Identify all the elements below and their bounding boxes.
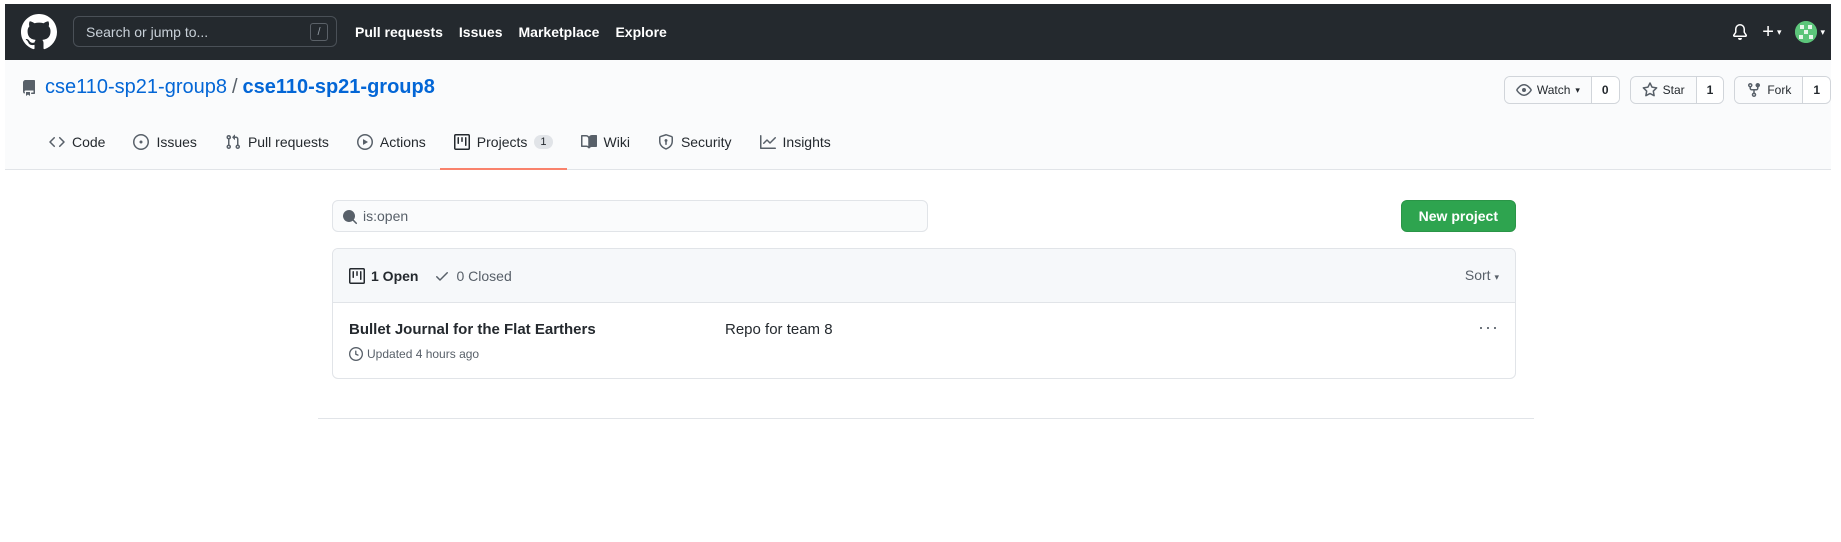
search-placeholder: Search or jump to... — [86, 23, 209, 40]
closed-filter-link[interactable]: 0 Closed — [434, 267, 512, 284]
pull-request-icon — [226, 134, 240, 149]
repo-tabs: Code Issues Pull requests Actions Projec… — [35, 115, 845, 170]
project-updated: Updated 4 hours ago — [349, 347, 479, 361]
fork-count[interactable]: 1 — [1803, 77, 1830, 103]
nav-explore[interactable]: Explore — [615, 24, 666, 40]
global-header: Search or jump to... / Pull requests Iss… — [5, 4, 1831, 60]
tab-label: Projects — [476, 133, 528, 150]
book-icon — [580, 134, 597, 148]
eye-icon — [1515, 84, 1532, 96]
tab-pull-requests[interactable]: Pull requests — [211, 115, 343, 170]
check-icon — [436, 271, 449, 281]
tab-label: Security — [680, 133, 732, 150]
watch-label: Watch — [1536, 83, 1571, 97]
fork-icon — [1748, 83, 1761, 98]
plus-icon: + — [1762, 21, 1774, 43]
chevron-down-icon: ▾ — [1776, 26, 1782, 37]
star-label: Star — [1662, 83, 1685, 97]
project-icon — [453, 133, 470, 150]
repo-actions: Watch ▾ 0 Star 1 Fork 1 — [1503, 76, 1831, 104]
nav-marketplace[interactable]: Marketplace — [519, 24, 600, 40]
open-count-label: 1 Open — [371, 267, 419, 284]
kebab-menu-icon[interactable]: ··· — [1478, 317, 1499, 338]
project-title-link[interactable]: Bullet Journal for the Flat Earthers — [349, 321, 596, 338]
tab-issues[interactable]: Issues — [119, 115, 210, 170]
graph-icon — [759, 134, 776, 149]
watch-group: Watch ▾ 0 — [1503, 76, 1620, 104]
shield-icon — [658, 133, 673, 150]
nav-issues[interactable]: Issues — [459, 24, 503, 40]
tab-projects[interactable]: Projects 1 — [439, 115, 567, 170]
tab-label: Pull requests — [247, 133, 329, 150]
project-filter-input[interactable]: is:open — [332, 200, 928, 232]
header-right: + ▾ ▾ — [1732, 4, 1831, 60]
project-description: Repo for team 8 — [725, 321, 833, 338]
tab-actions[interactable]: Actions — [343, 115, 440, 170]
global-nav: Pull requests Issues Marketplace Explore — [355, 4, 667, 60]
fork-button[interactable]: Fork — [1735, 77, 1804, 103]
fork-label: Fork — [1767, 83, 1792, 97]
sort-label: Sort — [1464, 267, 1491, 283]
issue-icon — [133, 133, 150, 150]
tab-insights[interactable]: Insights — [746, 115, 845, 170]
tab-code[interactable]: Code — [35, 115, 119, 170]
create-new-menu[interactable]: + ▾ — [1762, 22, 1781, 42]
code-icon — [49, 136, 65, 147]
user-menu[interactable]: ▾ — [1795, 21, 1825, 43]
repo-icon — [21, 79, 37, 96]
watch-count[interactable]: 0 — [1591, 77, 1619, 103]
tab-label: Wiki — [603, 133, 630, 150]
projects-counter: 1 — [534, 134, 553, 149]
star-button[interactable]: Star — [1630, 77, 1697, 103]
filter-value: is:open — [363, 208, 409, 224]
search-input[interactable]: Search or jump to... / — [73, 16, 337, 47]
chevron-down-icon: ▾ — [1820, 26, 1825, 37]
avatar — [1795, 21, 1818, 43]
tab-label: Code — [72, 133, 106, 150]
star-group: Star 1 — [1629, 76, 1725, 104]
search-shortcut-key: / — [310, 23, 328, 41]
fork-group: Fork 1 — [1734, 76, 1831, 104]
star-icon — [1642, 82, 1658, 97]
nav-pull-requests[interactable]: Pull requests — [355, 24, 443, 40]
play-icon — [356, 133, 373, 150]
star-count[interactable]: 1 — [1696, 77, 1724, 103]
projects-list: 1 Open 0 Closed Sort ▾ Bullet Journal fo… — [332, 248, 1516, 379]
new-project-button[interactable]: New project — [1400, 200, 1516, 232]
sort-dropdown[interactable]: Sort ▾ — [1465, 267, 1499, 283]
open-filter-link[interactable]: 1 Open — [349, 267, 419, 284]
repo-path-separator: / — [231, 76, 238, 98]
projects-list-header: 1 Open 0 Closed Sort ▾ — [333, 249, 1515, 303]
tab-label: Issues — [156, 133, 197, 150]
repo-title: cse110-sp21-group8 / cse110-sp21-group8 — [21, 76, 435, 99]
chevron-down-icon: ▾ — [1575, 84, 1580, 95]
clock-icon — [349, 347, 363, 361]
tab-security[interactable]: Security — [644, 115, 746, 170]
updated-text: Updated 4 hours ago — [367, 347, 480, 361]
watch-button[interactable]: Watch ▾ — [1504, 77, 1592, 103]
search-icon — [342, 209, 358, 228]
tab-wiki[interactable]: Wiki — [567, 115, 644, 170]
bell-icon[interactable] — [1732, 24, 1748, 40]
github-logo-icon[interactable] — [21, 14, 57, 50]
tab-label: Insights — [782, 133, 831, 150]
project-row: Bullet Journal for the Flat Earthers Upd… — [333, 303, 1515, 378]
closed-count-label: 0 Closed — [456, 267, 512, 284]
tab-label: Actions — [379, 133, 426, 150]
footer-divider — [318, 418, 1534, 419]
chevron-down-icon: ▾ — [1494, 272, 1499, 282]
project-icon — [349, 267, 365, 284]
repo-header: cse110-sp21-group8 / cse110-sp21-group8 … — [5, 60, 1831, 170]
repo-owner-link[interactable]: cse110-sp21-group8 — [45, 76, 227, 99]
repo-name-link[interactable]: cse110-sp21-group8 — [243, 76, 435, 99]
